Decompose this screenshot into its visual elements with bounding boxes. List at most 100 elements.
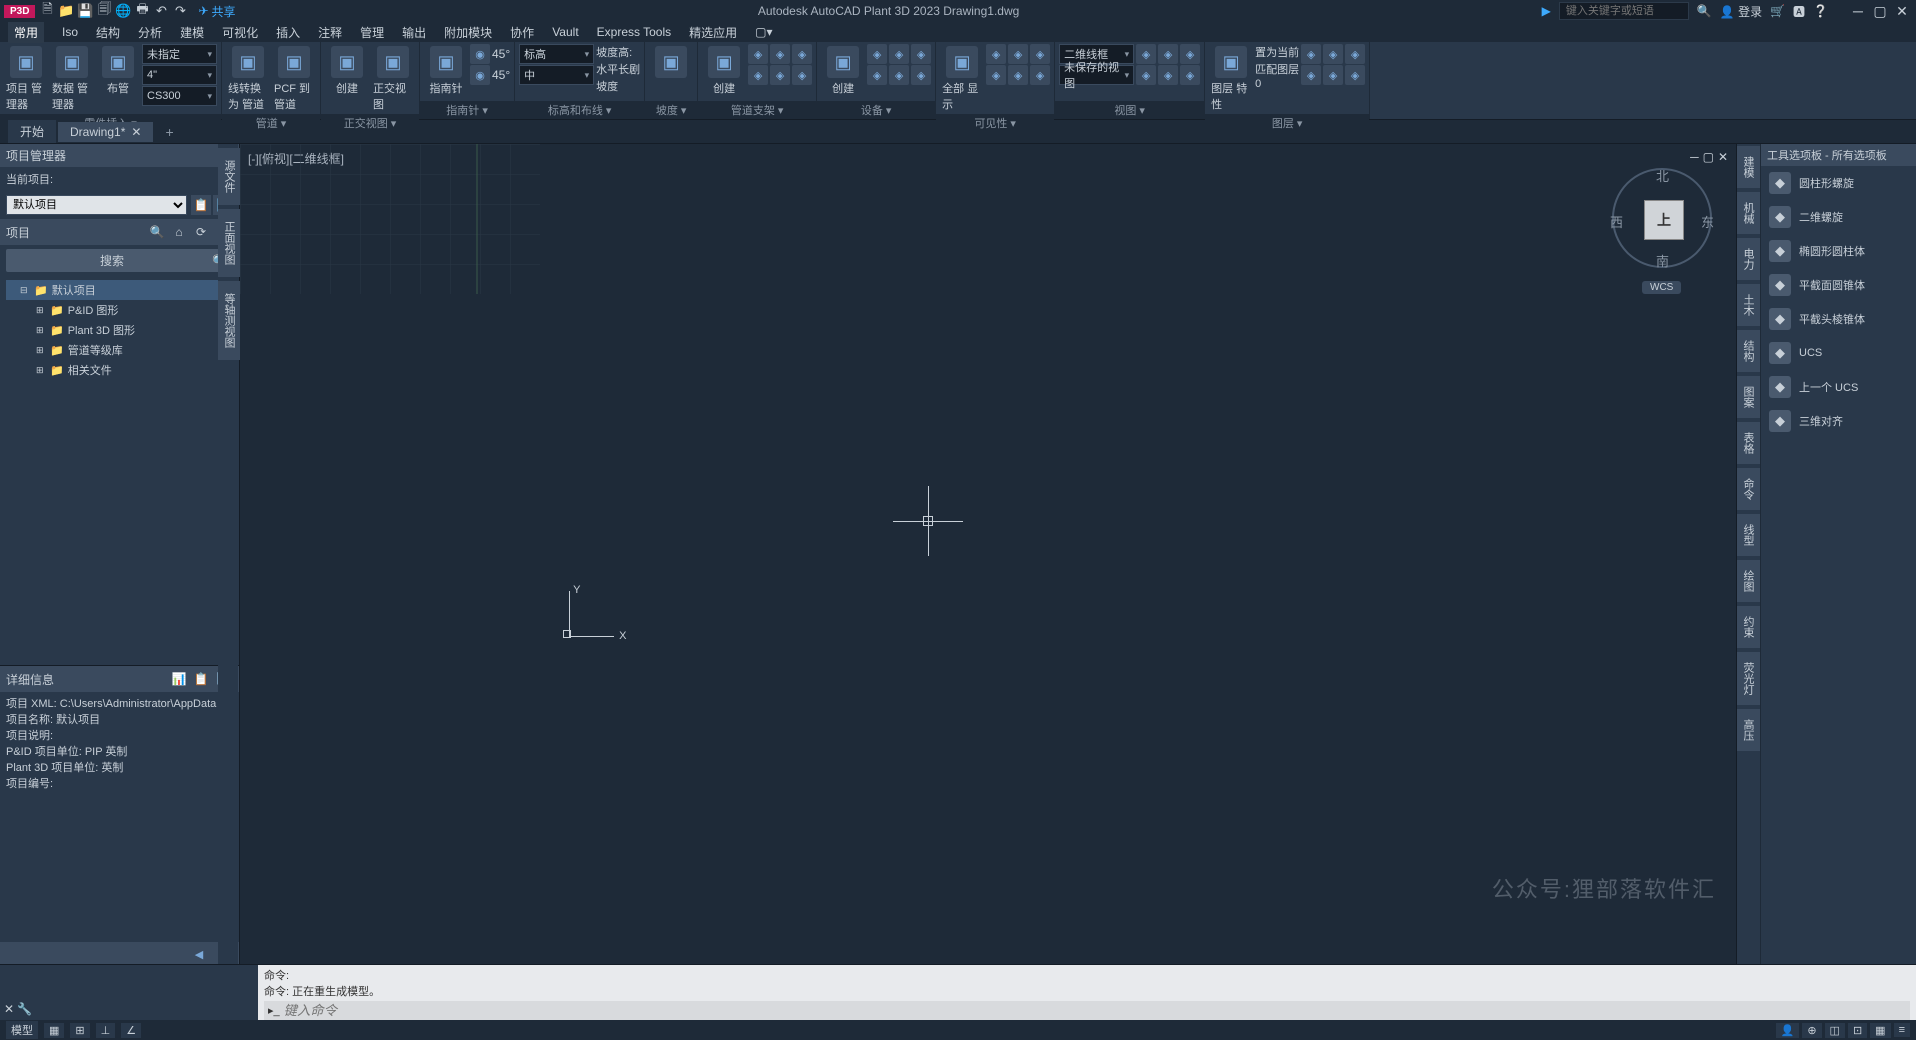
command-input[interactable] — [284, 1003, 1906, 1018]
menu-item-7[interactable]: 注释 — [318, 24, 342, 41]
ribbon-small-icon[interactable]: ◈ — [1030, 44, 1050, 64]
home-icon[interactable]: ⌂ — [169, 222, 189, 242]
add-tab-button[interactable]: + — [155, 121, 183, 143]
sb-icon[interactable]: ≡ — [1894, 1023, 1910, 1037]
palette-category-tab[interactable]: 结构 — [1737, 330, 1760, 372]
palette-category-tab[interactable]: 机械 — [1737, 192, 1760, 234]
ribbon-button[interactable]: ▣ — [649, 44, 693, 82]
palette-category-tab[interactable]: 图案 — [1737, 376, 1760, 418]
ribbon-small-icon[interactable]: ◈ — [1345, 44, 1365, 64]
ribbon-button[interactable]: ▣布管 — [96, 44, 140, 98]
drawing-canvas[interactable]: 源文件正面视图等轴测视图 [-][俯视][二维线框] ─ ▢ ✕ XY 上 北 … — [240, 144, 1736, 964]
ribbon-small-icon[interactable]: ◈ — [792, 65, 812, 85]
ribbon-button[interactable]: ▣创建 — [325, 44, 369, 98]
side-tab[interactable]: 正面视图 — [218, 209, 240, 277]
login-button[interactable]: 👤 登录 — [1720, 3, 1762, 20]
plot-icon[interactable]: 🖶 — [134, 3, 150, 19]
ribbon-small-icon[interactable]: ◈ — [986, 44, 1006, 64]
current-project-select[interactable]: 默认项目 — [6, 195, 187, 215]
ribbon-button[interactable]: ▣项目 管理器 — [4, 44, 48, 114]
tree-item[interactable]: ⊞📁Plant 3D 图形 — [6, 320, 233, 340]
ribbon-button[interactable]: ▣创建 — [821, 44, 865, 98]
palette-category-tab[interactable]: 绘图 — [1737, 560, 1760, 602]
ribbon-button[interactable]: ▣创建 — [702, 44, 746, 98]
ribbon-small-icon[interactable]: ◈ — [911, 65, 931, 85]
appstore-icon[interactable]: 🅰 — [1793, 3, 1805, 20]
panel-title[interactable]: 正交视图 ▾ — [321, 114, 419, 132]
panel-title[interactable]: 图层 ▾ — [1205, 114, 1369, 132]
side-tab[interactable]: 等轴测视图 — [218, 281, 240, 360]
tab-drawing1[interactable]: Drawing1* ✕ — [58, 122, 153, 142]
ribbon-small-icon[interactable]: ◈ — [1301, 44, 1321, 64]
small-icon[interactable]: ◉ — [470, 65, 490, 85]
ribbon-small-icon[interactable]: ◈ — [1345, 65, 1365, 85]
palette-category-tab[interactable]: 电力 — [1737, 238, 1760, 280]
ribbon-button[interactable]: ▣PCF 到 管道 — [272, 44, 316, 114]
expand-icon[interactable]: ⊟ — [20, 285, 30, 296]
menu-item-4[interactable]: 建模 — [180, 24, 204, 41]
ribbon-button[interactable]: ▣正交视图 — [371, 44, 415, 114]
ribbon-small-icon[interactable]: ◈ — [889, 65, 909, 85]
ribbon-button[interactable]: ▣图层 特性 — [1209, 44, 1253, 114]
ribbon-small-icon[interactable]: ◈ — [1008, 44, 1028, 64]
ribbon-button[interactable]: ▣全部 显示 — [940, 44, 984, 114]
palette-item[interactable]: ◆上一个 UCS — [1761, 370, 1916, 404]
menu-item-0[interactable]: 常用 — [8, 22, 44, 43]
ribbon-dropdown[interactable]: 未保存的视图 — [1059, 65, 1134, 85]
ribbon-button[interactable]: ▣指南针 — [424, 44, 468, 98]
panel-title[interactable]: 坡度 ▾ — [645, 101, 697, 119]
palette-item[interactable]: ◆平截头棱锥体 — [1761, 302, 1916, 336]
menu-item-2[interactable]: 结构 — [96, 24, 120, 41]
maximize-button[interactable]: ▢ — [1870, 3, 1890, 20]
palette-category-tab[interactable]: 线型 — [1737, 514, 1760, 556]
det-icon2[interactable]: 📋 — [191, 669, 211, 689]
ribbon-expand-icon[interactable]: ▢▾ — [755, 25, 772, 39]
sb-icon[interactable]: ▦ — [1870, 1023, 1890, 1038]
search-icon[interactable]: 🔍 — [1697, 4, 1712, 18]
grid-icon[interactable]: ▦ — [44, 1023, 64, 1038]
menu-item-3[interactable]: 分析 — [138, 24, 162, 41]
expand-icon[interactable]: ⊞ — [36, 365, 46, 376]
ribbon-small-icon[interactable]: ◈ — [1158, 44, 1178, 64]
ribbon-small-icon[interactable]: ◈ — [1158, 65, 1178, 85]
tree-item[interactable]: ⊞📁相关文件 — [6, 360, 233, 380]
view-cube[interactable]: 上 北 南 东 西 WCS — [1612, 168, 1712, 268]
viewport-max-icon[interactable]: ▢ — [1703, 150, 1714, 164]
ribbon-small-icon[interactable]: ◈ — [1180, 44, 1200, 64]
menu-item-13[interactable]: Express Tools — [597, 25, 671, 39]
saveas-icon[interactable]: 🗐 — [96, 3, 112, 19]
ribbon-small-icon[interactable]: ◈ — [867, 65, 887, 85]
ribbon-small-icon[interactable]: ◈ — [986, 65, 1006, 85]
search-arrow-icon[interactable]: ▶ — [1542, 4, 1551, 18]
viewport-close-icon[interactable]: ✕ — [1718, 150, 1728, 164]
ribbon-dropdown[interactable]: 未指定 — [142, 44, 217, 64]
menu-item-1[interactable]: Iso — [62, 25, 78, 39]
palette-item[interactable]: ◆二维螺旋 — [1761, 200, 1916, 234]
wcs-badge[interactable]: WCS — [1642, 281, 1681, 294]
ribbon-small-icon[interactable]: ◈ — [911, 44, 931, 64]
side-tab[interactable]: 源文件 — [218, 148, 240, 205]
ribbon-small-icon[interactable]: ◈ — [1030, 65, 1050, 85]
panel-title[interactable]: 标高和布线 ▾ — [515, 101, 644, 119]
sb-icon[interactable]: ◫ — [1825, 1023, 1845, 1038]
menu-item-8[interactable]: 管理 — [360, 24, 384, 41]
ribbon-dropdown[interactable]: 标高 — [519, 44, 594, 64]
menu-item-12[interactable]: Vault — [552, 25, 578, 39]
close-tab-icon[interactable]: ✕ — [131, 125, 141, 139]
undo-icon[interactable]: ↶ — [153, 3, 169, 19]
expand-icon[interactable]: ⊞ — [36, 325, 46, 336]
tree-item[interactable]: ⊞📁管道等级库 — [6, 340, 233, 360]
ribbon-small-icon[interactable]: ◈ — [748, 44, 768, 64]
ribbon-small-icon[interactable]: ◈ — [1180, 65, 1200, 85]
ribbon-small-icon[interactable]: ◈ — [889, 44, 909, 64]
ribbon-small-icon[interactable]: ◈ — [1323, 65, 1343, 85]
palette-category-tab[interactable]: 高压 — [1737, 709, 1760, 751]
tree-item[interactable]: ⊟📁默认项目 — [6, 280, 233, 300]
menu-item-14[interactable]: 精选应用 — [689, 24, 737, 41]
polar-icon[interactable]: ∠ — [121, 1023, 141, 1038]
palette-category-tab[interactable]: 命令 — [1737, 468, 1760, 510]
ribbon-small-icon[interactable]: ◈ — [770, 65, 790, 85]
new-icon[interactable]: 🗎 — [39, 3, 55, 19]
palette-category-tab[interactable]: 约束 — [1737, 606, 1760, 648]
menu-item-5[interactable]: 可视化 — [222, 24, 258, 41]
